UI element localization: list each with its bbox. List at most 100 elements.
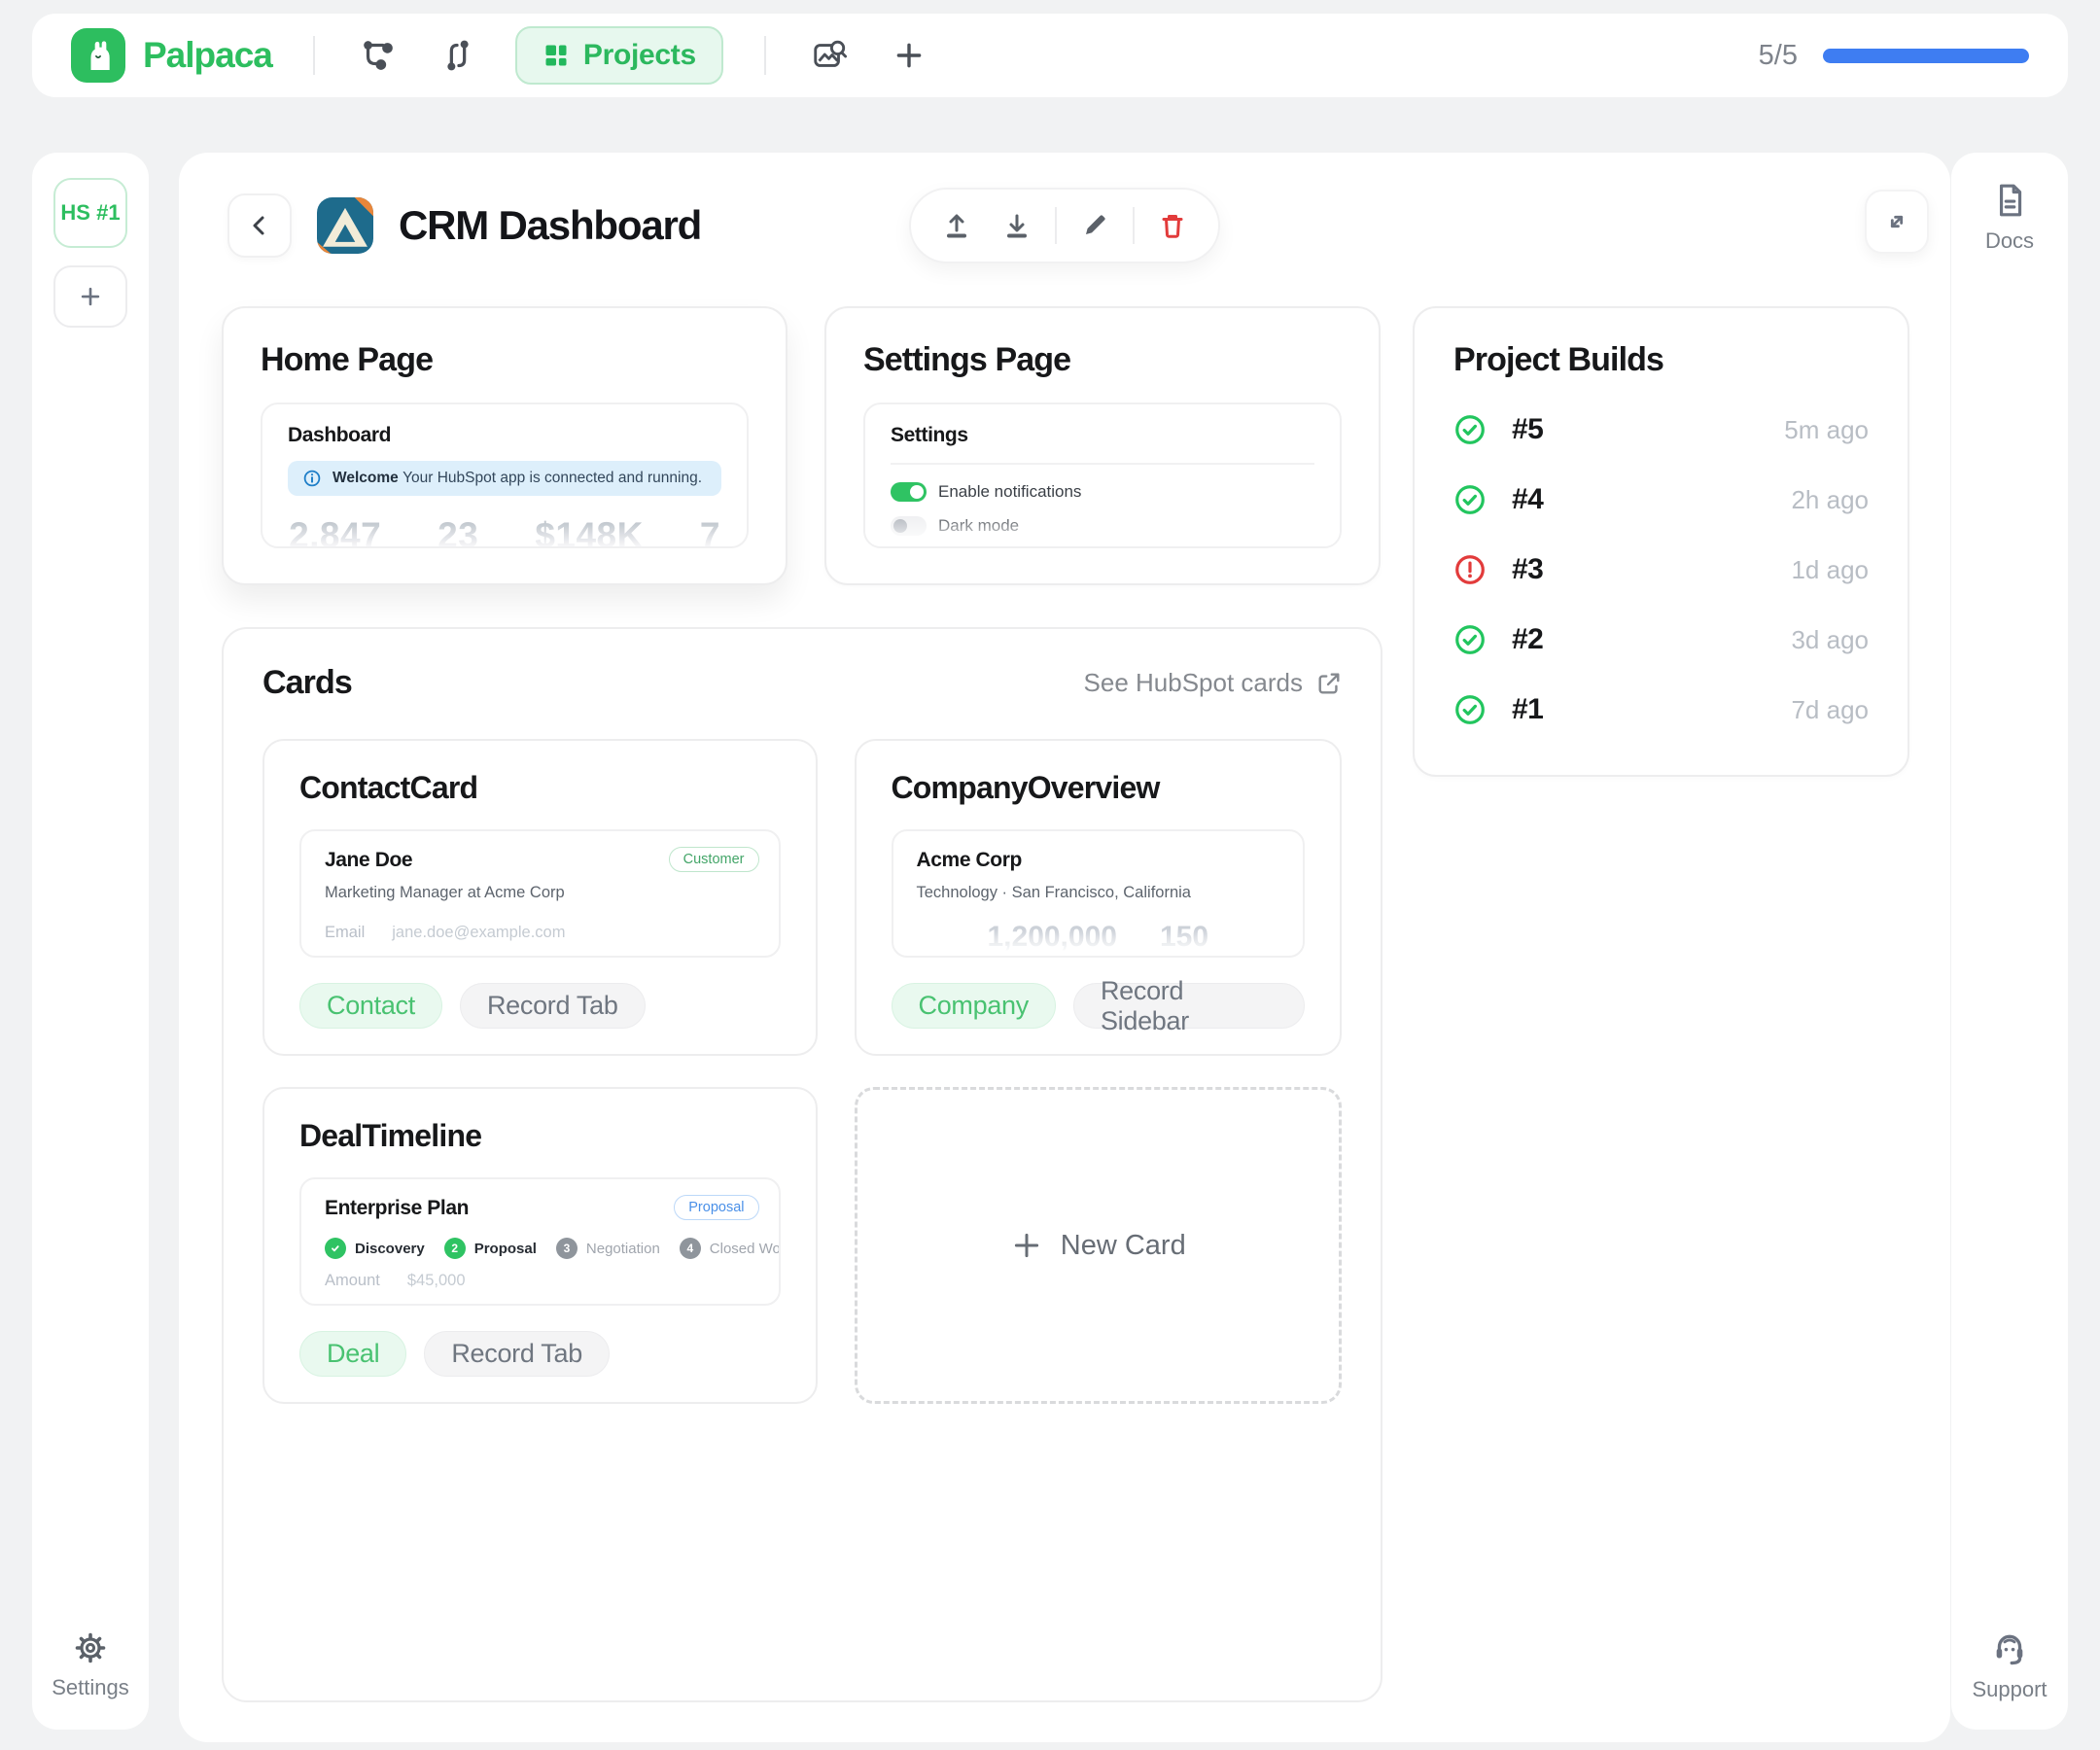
app-window: Palpaca — [0, 0, 2100, 1750]
home-page-card[interactable]: Home Page Dashboard Welcome Your HubSpot… — [222, 306, 788, 585]
left-sidebar: HS #1 Settings — [32, 153, 149, 1730]
stage-badge: Proposal — [674, 1195, 758, 1220]
build-id: #3 — [1512, 553, 1543, 586]
edit-button[interactable] — [1065, 195, 1125, 256]
project-header: CRM Dashboard — [228, 193, 701, 258]
expand-button[interactable] — [1865, 190, 1929, 254]
usage-area: 5/5 — [1759, 40, 2029, 72]
upload-button[interactable] — [927, 195, 987, 256]
field-value: jane.doe@example.com — [392, 924, 565, 942]
image-search-icon — [811, 37, 848, 74]
new-card-button[interactable]: New Card — [855, 1087, 1343, 1404]
support-label: Support — [1972, 1677, 2047, 1702]
build-row[interactable]: #4 2h ago — [1453, 465, 1869, 535]
deal-card-preview: Enterprise Plan Proposal Discovery — [299, 1177, 781, 1306]
cards-header: Cards See HubSpot cards — [262, 664, 1342, 702]
delete-button[interactable] — [1142, 195, 1203, 256]
add-project-button[interactable] — [53, 265, 127, 328]
toggle-off — [891, 516, 927, 536]
back-button[interactable] — [228, 193, 292, 258]
sidebar-item-settings[interactable]: Settings — [52, 1630, 129, 1700]
object-type-tag: Company — [892, 983, 1056, 1029]
right-sidebar: Docs Support — [1951, 153, 2068, 1730]
step-pending: 3 Negotiation — [556, 1238, 660, 1259]
step-done: Discovery — [325, 1238, 425, 1259]
step-label: Negotiation — [586, 1241, 660, 1257]
record-subtitle: Technology · San Francisco, California — [917, 884, 1280, 902]
build-id: #5 — [1512, 413, 1543, 446]
build-id: #4 — [1512, 483, 1543, 516]
build-row[interactable]: #3 1d ago — [1453, 535, 1869, 605]
build-row[interactable]: #5 5m ago — [1453, 395, 1869, 465]
object-type-tag: Deal — [299, 1331, 406, 1377]
build-row[interactable]: #2 3d ago — [1453, 605, 1869, 675]
flow-nav-button[interactable] — [356, 33, 401, 78]
toolbar-divider — [1055, 207, 1057, 244]
preview-heading: Dashboard — [288, 424, 721, 447]
field-label: Amount — [325, 1272, 380, 1290]
media-search-button[interactable] — [807, 33, 852, 78]
build-id: #2 — [1512, 623, 1543, 656]
company-stat: 150 — [1160, 921, 1208, 954]
new-project-button[interactable] — [887, 33, 931, 78]
divider — [891, 463, 1314, 465]
card-tags: Contact Record Tab — [299, 983, 781, 1029]
card-name: DealTimeline — [299, 1118, 781, 1154]
deal-steps: Discovery 2 Proposal 3 Negotiation — [325, 1238, 755, 1259]
company-stat: 1,200,000 — [987, 921, 1116, 954]
build-time: 3d ago — [1791, 625, 1869, 655]
step-label: Closed Won — [710, 1241, 781, 1257]
welcome-banner: Welcome Your HubSpot app is connected an… — [288, 461, 721, 496]
deal-timeline-card[interactable]: DealTimeline Enterprise Plan Proposal Di… — [262, 1087, 818, 1404]
gear-icon — [73, 1630, 108, 1665]
home-page-preview: Dashboard Welcome Your HubSpot app is co… — [261, 402, 749, 548]
record-title: Acme Corp — [917, 849, 1280, 872]
palpaca-logo[interactable] — [71, 28, 125, 83]
card-tags: Company Record Sidebar — [892, 983, 1306, 1029]
projects-tab[interactable]: Projects — [515, 26, 723, 85]
step-number: 4 — [680, 1238, 701, 1259]
step-pending: 4 Closed Won — [680, 1238, 781, 1259]
record-field: Amount $45,000 — [325, 1272, 466, 1290]
company-overview-card[interactable]: CompanyOverview Acme Corp Technology · S… — [855, 739, 1343, 1056]
card-name: ContactCard — [299, 770, 781, 806]
record-subtitle: Marketing Manager at Acme Corp — [325, 884, 755, 902]
step-active: 2 Proposal — [444, 1238, 537, 1259]
upload-icon — [941, 210, 972, 241]
step-label: Proposal — [474, 1241, 537, 1257]
pencil-icon — [1079, 210, 1110, 241]
document-icon — [1991, 182, 2028, 219]
plus-icon — [1010, 1229, 1043, 1262]
brand-name: Palpaca — [143, 35, 272, 76]
usage-count: 5/5 — [1759, 40, 1798, 72]
docs-label: Docs — [1985, 228, 2034, 254]
success-icon — [1453, 693, 1487, 726]
build-time: 5m ago — [1784, 415, 1869, 445]
route-nav-button[interactable] — [436, 33, 480, 78]
contact-card[interactable]: ContactCard Jane Doe Customer Marketing … — [262, 739, 818, 1056]
topbar-divider-2 — [764, 36, 766, 75]
preview-heading: Settings — [891, 424, 1314, 447]
build-row[interactable]: #1 7d ago — [1453, 675, 1869, 745]
sidebar-item-docs[interactable]: Docs — [1985, 182, 2034, 254]
sidebar-item-project-hs1[interactable]: HS #1 — [53, 178, 127, 248]
toggle-on — [891, 482, 927, 502]
info-icon — [303, 470, 321, 487]
topbar-nav: Projects — [356, 26, 723, 85]
flow-icon — [360, 37, 397, 74]
home-stat: 7 — [700, 515, 720, 548]
settings-page-card[interactable]: Settings Page Settings Enable notificati… — [824, 306, 1381, 585]
field-value: $45,000 — [407, 1272, 466, 1290]
external-link-icon — [1316, 671, 1342, 696]
sidebar-item-support[interactable]: Support — [1972, 1628, 2047, 1702]
headset-icon — [1990, 1628, 2029, 1667]
topbar-nav-right — [807, 33, 931, 78]
settings-page-preview: Settings Enable notifications Dark mode … — [863, 402, 1342, 548]
see-hubspot-cards-link[interactable]: See HubSpot cards — [1084, 668, 1342, 698]
step-number: 2 — [444, 1238, 466, 1259]
home-page-title: Home Page — [261, 341, 749, 379]
home-stat: 2,847 — [289, 515, 381, 548]
toggle-row: Enable notifications — [891, 482, 1314, 502]
cards-title: Cards — [262, 664, 352, 702]
download-button[interactable] — [987, 195, 1047, 256]
